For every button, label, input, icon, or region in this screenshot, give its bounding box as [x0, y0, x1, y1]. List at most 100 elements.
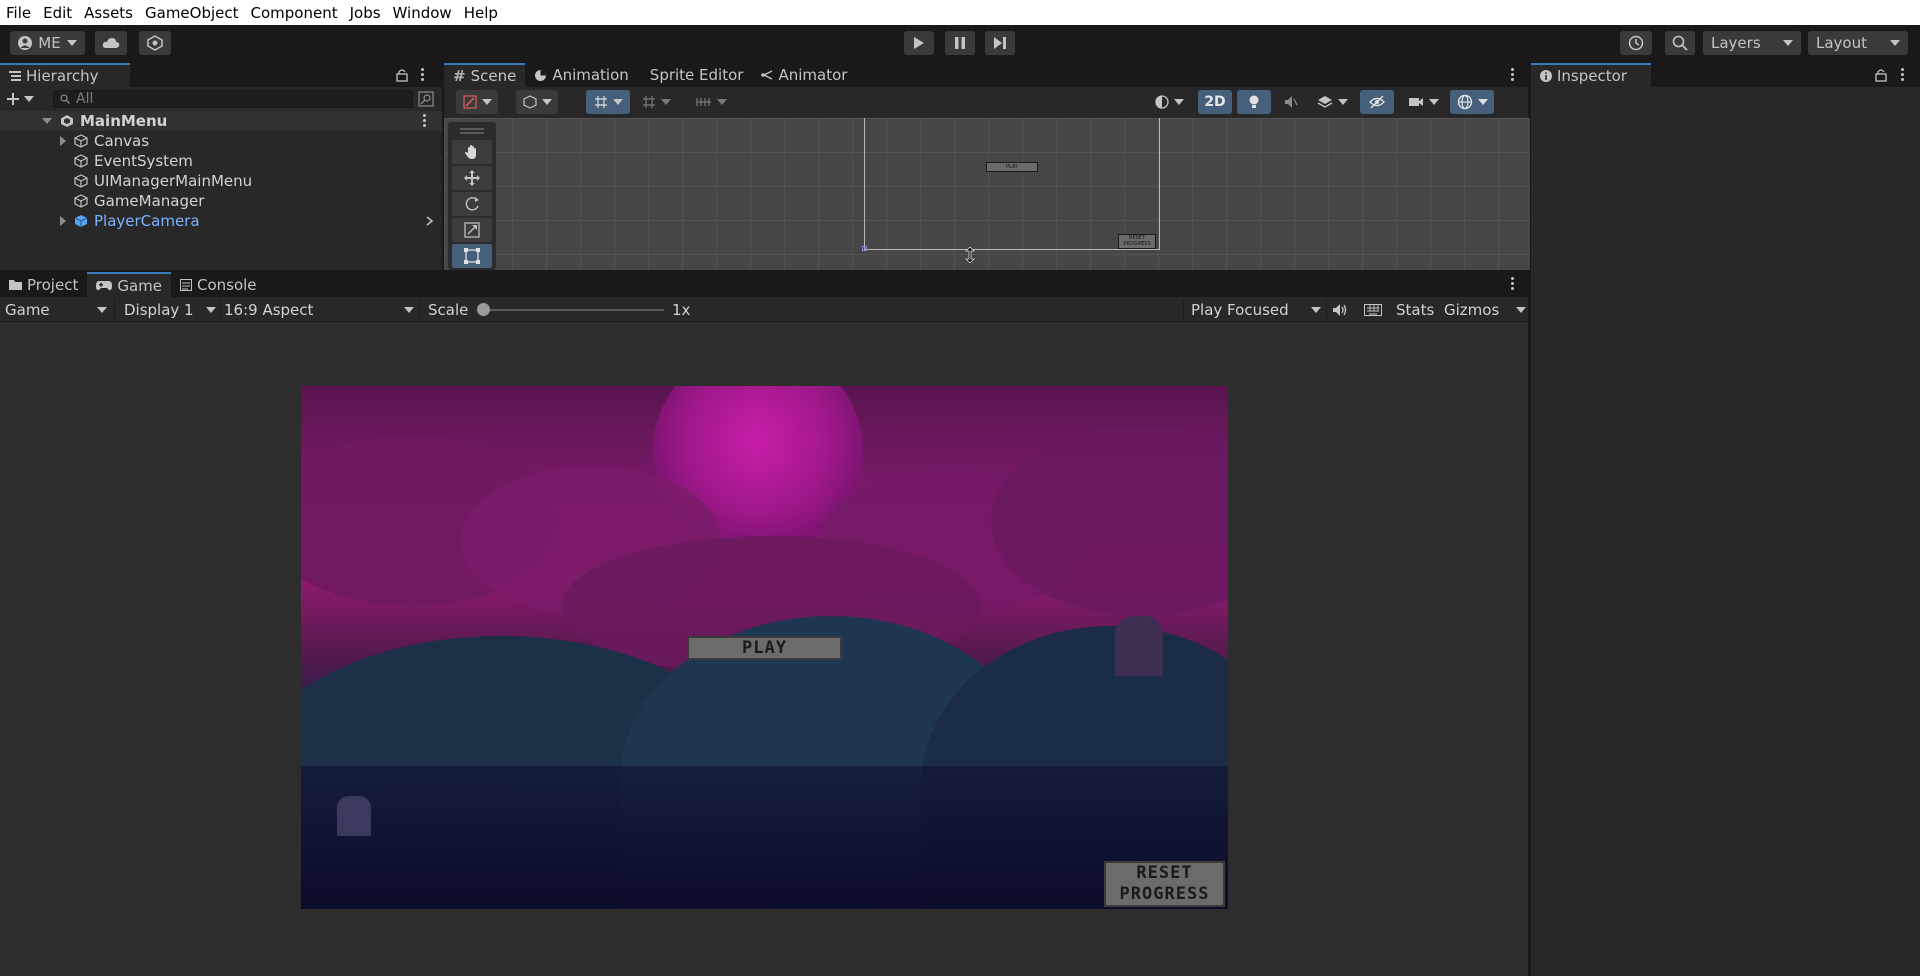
kebab-menu-icon[interactable]	[423, 114, 427, 128]
history-button[interactable]	[1620, 31, 1652, 55]
menu-assets[interactable]: Assets	[78, 4, 139, 22]
gizmo-globe-icon	[1457, 94, 1472, 110]
lock-icon[interactable]	[1875, 68, 1887, 82]
scene-search-icon[interactable]	[418, 91, 434, 107]
collab-button[interactable]	[139, 31, 171, 55]
effects-dropdown[interactable]	[1310, 90, 1354, 114]
create-button[interactable]	[6, 90, 36, 108]
cloud-button[interactable]	[95, 31, 127, 55]
hand-tool-button[interactable]	[452, 140, 492, 164]
scale-icon	[464, 222, 480, 238]
tab-animation[interactable]: Animation	[525, 63, 637, 87]
hierarchy-item-playercamera[interactable]: PlayerCamera	[60, 211, 442, 231]
rotate-tool-button[interactable]	[452, 192, 492, 216]
drag-handle[interactable]	[460, 128, 484, 130]
chevron-down-icon	[660, 99, 671, 105]
shortcuts-toggle[interactable]	[1364, 297, 1384, 322]
tab-console[interactable]: Console	[171, 272, 266, 297]
scene-reset-button[interactable]: RESET PROGRESS	[1118, 234, 1156, 249]
layout-dropdown[interactable]: Layout	[1808, 31, 1908, 55]
camera-dropdown[interactable]	[1400, 90, 1446, 114]
menu-gameobject[interactable]: GameObject	[139, 4, 245, 22]
grid-snap-dropdown[interactable]	[586, 90, 630, 114]
game-reset-progress-button[interactable]: RESET PROGRESS	[1104, 861, 1225, 907]
pause-icon	[955, 37, 965, 49]
mute-audio-toggle[interactable]	[1332, 297, 1352, 322]
stats-button[interactable]: Stats	[1396, 297, 1434, 322]
scale-slider-thumb[interactable]	[477, 303, 490, 316]
chevron-down-icon	[716, 99, 727, 105]
tab-animator[interactable]: Animator	[752, 63, 856, 87]
kebab-menu-icon[interactable]	[1901, 68, 1905, 82]
drag-handle[interactable]	[460, 132, 484, 134]
game-screen[interactable]: PLAY RESET PROGRESS	[301, 386, 1228, 909]
tab-scene[interactable]: # Scene	[444, 63, 526, 87]
toggle-2d-button[interactable]: 2D	[1198, 90, 1232, 114]
tab-project[interactable]: Project	[0, 272, 87, 297]
hierarchy-item-eventsystem[interactable]: EventSystem	[74, 151, 193, 171]
menu-file[interactable]: File	[0, 4, 37, 22]
increment-snap-dropdown[interactable]	[638, 90, 674, 114]
shading-dropdown[interactable]	[1146, 90, 1192, 114]
pause-button[interactable]	[945, 31, 975, 55]
tab-hierarchy[interactable]: Hierarchy	[0, 63, 130, 87]
menu-window[interactable]: Window	[387, 4, 458, 22]
scale-slider[interactable]	[478, 309, 664, 311]
menu-component[interactable]: Component	[245, 4, 344, 22]
light-bulb-icon	[1249, 95, 1259, 108]
hierarchy-item-gamemanager[interactable]: GameManager	[74, 191, 204, 211]
hand-icon	[465, 145, 476, 159]
hidden-objects-toggle[interactable]	[1360, 90, 1394, 114]
tab-animator-label: Animator	[778, 66, 848, 84]
draw-mode-dropdown[interactable]	[456, 90, 498, 114]
display-dropdown[interactable]: Display 1	[124, 297, 216, 322]
hierarchy-item-canvas[interactable]: Canvas	[60, 131, 149, 151]
game-mode-dropdown[interactable]: Game	[5, 297, 109, 322]
hierarchy-item-uimanager[interactable]: UIManagerMainMenu	[74, 171, 252, 191]
step-button[interactable]	[985, 31, 1015, 55]
chevron-right-icon[interactable]	[426, 216, 434, 226]
play-button[interactable]	[904, 31, 934, 55]
kebab-menu-icon[interactable]	[1511, 68, 1515, 82]
bottom-tabbar: Project Game Console	[0, 272, 1528, 297]
lock-icon[interactable]	[396, 68, 408, 82]
aspect-dropdown[interactable]: 16:9 Aspect	[224, 297, 414, 322]
rect-tool-button[interactable]	[452, 244, 492, 268]
kebab-menu-icon[interactable]	[421, 68, 425, 82]
gizmos-dropdown[interactable]: Gizmos	[1444, 297, 1526, 322]
tab-game[interactable]: Game	[87, 272, 171, 297]
menu-help[interactable]: Help	[458, 4, 504, 22]
layers-dropdown[interactable]: Layers	[1703, 31, 1801, 55]
kebab-menu-icon[interactable]	[1511, 277, 1515, 291]
menu-edit[interactable]: Edit	[37, 4, 78, 22]
gizmos-scene-dropdown[interactable]	[1450, 90, 1494, 114]
inspector-tabbar: Inspector	[1531, 63, 1920, 87]
scene-tool-strip	[448, 122, 496, 270]
play-focus-dropdown[interactable]: Play Focused	[1191, 297, 1321, 322]
hierarchy-search-input[interactable]: All	[53, 90, 413, 108]
history-icon	[1628, 35, 1644, 51]
menu-jobs[interactable]: Jobs	[344, 4, 387, 22]
tab-sprite-editor-label: Sprite Editor	[649, 66, 744, 84]
expand-arrow-icon[interactable]	[42, 118, 52, 124]
reset-line-1: RESET	[1136, 863, 1193, 883]
game-play-button[interactable]: PLAY	[687, 636, 842, 660]
scene-row[interactable]: MainMenu	[0, 111, 442, 131]
expand-arrow-icon[interactable]	[60, 136, 66, 146]
scale-tool-button[interactable]	[452, 218, 492, 242]
search-button[interactable]	[1665, 31, 1695, 55]
lighting-toggle[interactable]	[1237, 90, 1271, 114]
account-dropdown[interactable]: ME	[10, 31, 85, 55]
scene-viewport[interactable]: PLAY RESET PROGRESS	[444, 118, 1530, 270]
render-mode-dropdown[interactable]	[516, 90, 558, 114]
scene-play-button[interactable]: PLAY	[986, 162, 1038, 172]
search-placeholder: All	[76, 91, 94, 107]
tab-inspector[interactable]: Inspector	[1531, 63, 1651, 87]
tab-sprite-editor[interactable]: Sprite Editor	[638, 63, 753, 87]
expand-arrow-icon[interactable]	[60, 216, 66, 226]
audio-toggle[interactable]	[1276, 90, 1306, 114]
increment-snap-icon	[642, 96, 655, 108]
rect-handle[interactable]	[862, 246, 867, 251]
move-tool-button[interactable]	[452, 166, 492, 190]
align-dropdown[interactable]	[690, 90, 732, 114]
